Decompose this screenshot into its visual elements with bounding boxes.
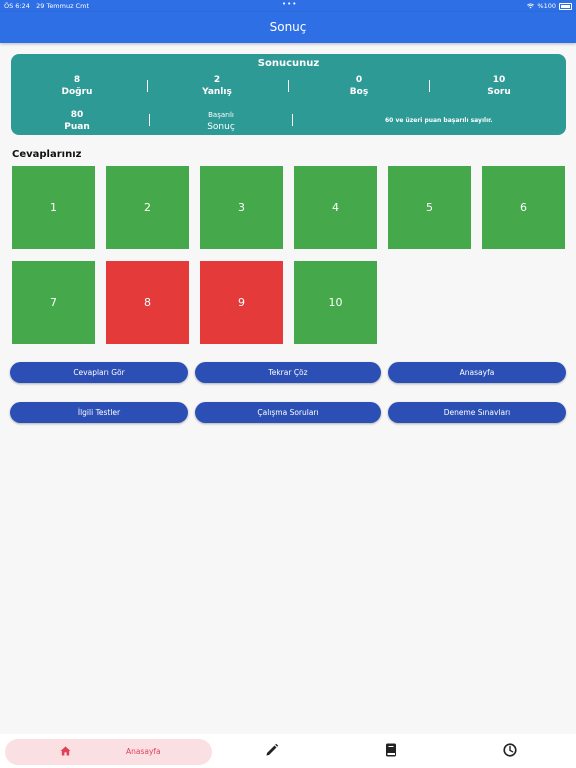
answers-title: Cevaplarınız [12,149,82,160]
clock-icon[interactable] [503,743,517,757]
retry-button[interactable]: Tekrar Çöz [195,362,381,383]
page-title: Sonuç [269,20,307,34]
stat-outcome-label: Sonuç [207,122,235,132]
answer-tile[interactable]: 6 [482,166,565,249]
stat-empty-label: Boş [349,87,369,97]
practice-exams-button[interactable]: Deneme Sınavları [388,402,566,423]
stat-wrong-value: 2 [213,75,221,85]
divider [288,80,289,92]
stat-total-label: Soru [487,87,511,97]
related-tests-button[interactable]: İlgili Testler [10,402,188,423]
answer-tile[interactable]: 7 [12,261,95,344]
answer-tile[interactable]: 3 [200,166,283,249]
divider [149,114,150,126]
tab-home[interactable]: Anasayfa [5,739,212,765]
status-right: %100 [527,2,556,10]
answer-tile[interactable]: 8 [106,261,189,344]
status-bar: ÖS 6:24 29 Temmuz Cmt ••• %100 [0,0,576,12]
study-questions-button[interactable]: Çalışma Soruları [195,402,381,423]
stat-score: 80 Puan [57,109,97,133]
pass-note: 60 ve üzeri puan başarılı sayılır. [385,117,493,124]
stat-score-value: 80 [70,110,84,120]
divider [292,114,293,126]
book-icon[interactable] [385,743,397,757]
result-title: Sonucunuz [257,58,320,69]
wifi-icon [527,3,535,9]
stat-correct: 8 Doğru [57,74,97,98]
divider [429,80,430,92]
answer-tile[interactable]: 4 [294,166,377,249]
pencil-icon[interactable] [265,743,279,757]
stat-correct-label: Doğru [61,87,93,97]
home-button[interactable]: Anasayfa [388,362,566,383]
answer-tile[interactable]: 10 [294,261,377,344]
stat-total-value: 10 [492,75,506,85]
tab-home-label: Anasayfa [126,747,161,756]
stat-correct-value: 8 [73,75,81,85]
show-answers-button[interactable]: Cevapları Gör [10,362,188,383]
answer-tile[interactable]: 5 [388,166,471,249]
multitask-dots-icon[interactable]: ••• [282,0,297,8]
answer-tile[interactable]: 2 [106,166,189,249]
divider [147,80,148,92]
battery-icon [559,3,572,10]
stat-wrong-label: Yanlış [202,87,232,97]
stat-empty: 0 Boş [339,74,379,98]
home-icon [60,746,71,756]
answer-tile[interactable]: 1 [12,166,95,249]
battery-percent: %100 [537,2,556,10]
page-header: Sonuç [0,12,576,43]
stat-outcome-value: Başarılı [208,111,234,119]
status-time: ÖS 6:24 29 Temmuz Cmt [4,2,89,10]
tab-bar: Anasayfa [0,734,576,768]
stat-wrong: 2 Yanlış [197,74,237,98]
stat-total: 10 Soru [479,74,519,98]
stat-empty-value: 0 [355,75,363,85]
stat-outcome: Başarılı Sonuç [191,109,251,133]
stat-score-label: Puan [64,122,90,132]
answer-tile[interactable]: 9 [200,261,283,344]
result-card: Sonucunuz 8 Doğru 2 Yanlış 0 Boş 10 Soru… [11,54,566,135]
